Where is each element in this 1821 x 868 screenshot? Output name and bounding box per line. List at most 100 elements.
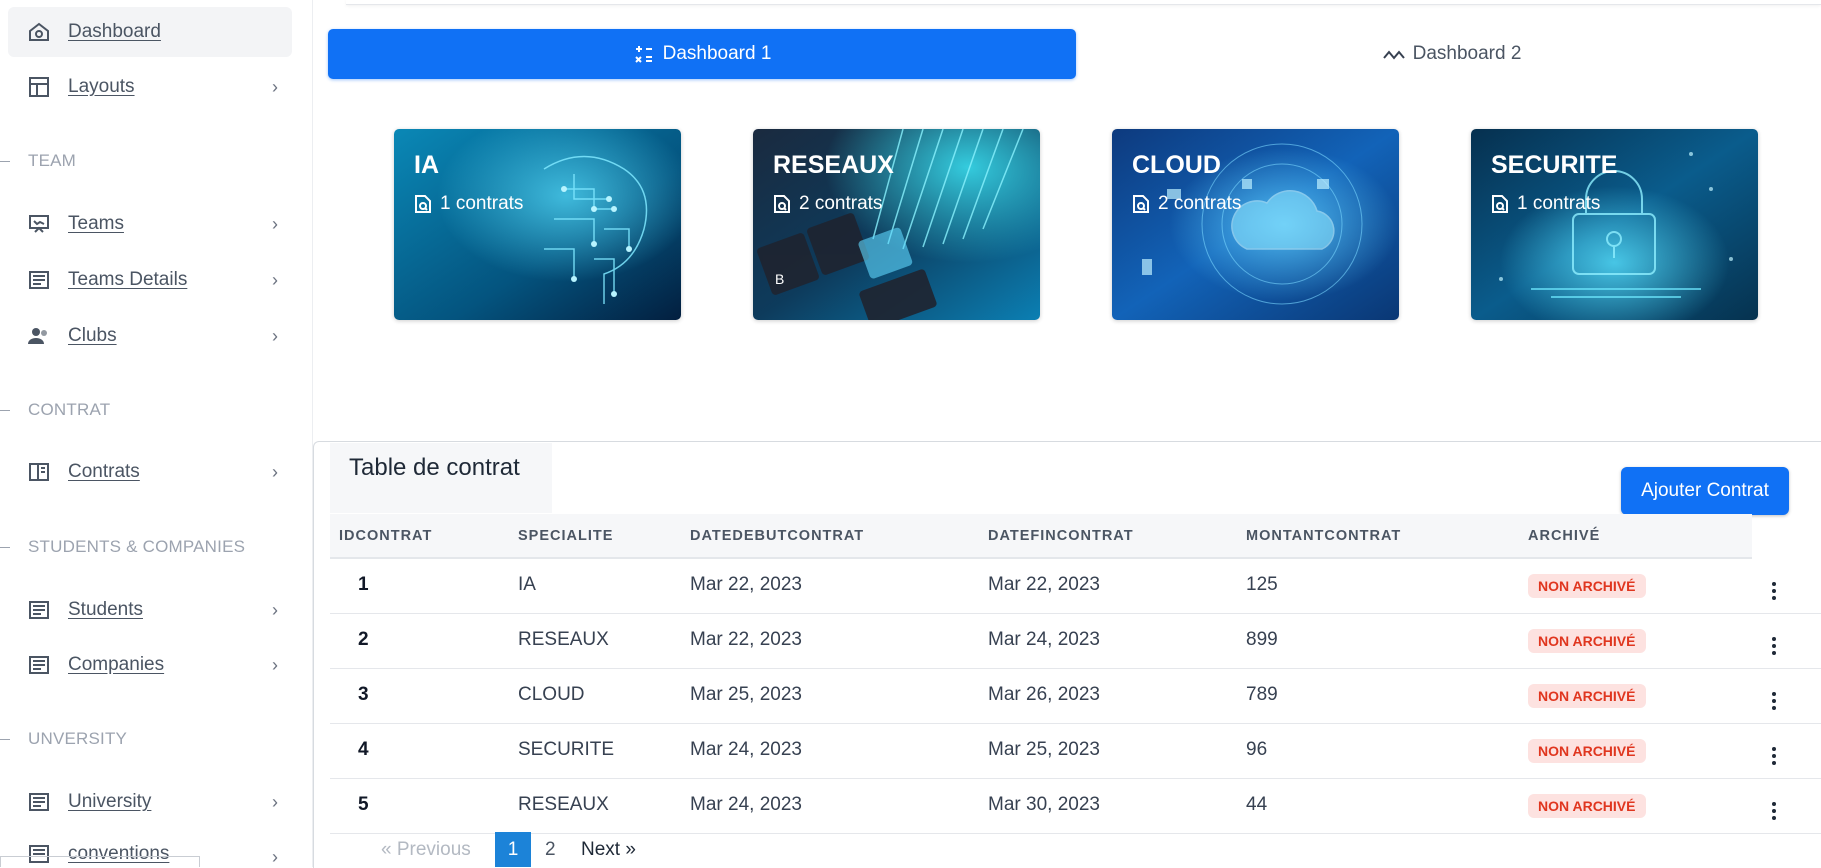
users-icon bbox=[26, 323, 52, 349]
add-contract-button[interactable]: Ajouter Contrat bbox=[1621, 467, 1789, 515]
chevron-right-icon: › bbox=[272, 270, 278, 290]
home-icon bbox=[26, 19, 52, 45]
book-icon bbox=[26, 459, 52, 485]
pagination-previous[interactable]: « Previous bbox=[381, 833, 471, 867]
section-heading-contrat: CONTRAT bbox=[0, 400, 110, 420]
status-badge: NON ARCHIVÉ bbox=[1528, 794, 1646, 818]
cell-specialite: CLOUD bbox=[518, 684, 585, 705]
sidebar-item-companies[interactable]: Companies › bbox=[8, 640, 292, 690]
sidebar-footer-box bbox=[0, 856, 200, 867]
sidebar-item-label: Contrats bbox=[68, 461, 140, 482]
more-options-icon[interactable] bbox=[1772, 747, 1778, 768]
cell-montant: 44 bbox=[1246, 794, 1268, 815]
layout-icon bbox=[26, 74, 52, 100]
chevron-right-icon: › bbox=[272, 462, 278, 482]
category-card-cloud[interactable]: CLOUD 2 contrats bbox=[1112, 129, 1399, 320]
document-icon bbox=[26, 597, 52, 623]
cell-idcontrat: 2 bbox=[358, 629, 369, 650]
category-card-ia[interactable]: IA 1 contrats bbox=[394, 129, 681, 320]
card-title: IA bbox=[414, 151, 439, 179]
chevron-right-icon: › bbox=[272, 655, 278, 675]
file-search-icon bbox=[1492, 195, 1508, 213]
sidebar-item-label: Companies bbox=[68, 654, 165, 675]
more-options-icon[interactable] bbox=[1772, 637, 1778, 658]
chevron-right-icon: › bbox=[272, 792, 278, 812]
category-card-reseaux[interactable]: B RESEAUX 2 contrats bbox=[753, 129, 1040, 320]
sidebar-item-layouts[interactable]: Layouts › bbox=[8, 62, 292, 112]
pagination-page-2[interactable]: 2 bbox=[545, 833, 556, 867]
document-icon bbox=[26, 267, 52, 293]
card-subtitle: 2 contrats bbox=[773, 193, 882, 215]
sidebar-item-university[interactable]: University › bbox=[8, 777, 292, 827]
sidebar-item-clubs[interactable]: Clubs › bbox=[8, 311, 292, 361]
cell-montant: 96 bbox=[1246, 739, 1268, 760]
tab-label: Dashboard 1 bbox=[662, 43, 772, 64]
svg-text:B: B bbox=[775, 271, 784, 287]
section-heading-university: UNVERSITY bbox=[0, 729, 127, 749]
pagination-next[interactable]: Next » bbox=[581, 833, 636, 867]
more-options-icon[interactable] bbox=[1772, 692, 1778, 713]
chevron-right-icon: › bbox=[272, 77, 278, 97]
sidebar-item-label: Students bbox=[68, 599, 143, 620]
cell-date-fin: Mar 30, 2023 bbox=[988, 794, 1100, 815]
section-heading-students-companies: STUDENTS & COMPANIES bbox=[0, 537, 245, 557]
more-options-icon[interactable] bbox=[1772, 582, 1778, 603]
section-heading-team: TEAM bbox=[0, 151, 76, 171]
table-title: Table de contrat bbox=[349, 454, 520, 481]
sidebar-item-dashboard[interactable]: Dashboard bbox=[8, 7, 292, 57]
sidebar-item-label: University bbox=[68, 791, 152, 812]
sidebar-item-teams-details[interactable]: Teams Details › bbox=[8, 255, 292, 305]
chevron-right-icon: › bbox=[272, 600, 278, 620]
sidebar-item-label: Clubs bbox=[68, 325, 117, 346]
tab-dashboard-1[interactable]: Dashboard 1 bbox=[328, 29, 1076, 79]
cell-date-fin: Mar 24, 2023 bbox=[988, 629, 1100, 650]
card-subtitle: 2 contrats bbox=[1132, 193, 1241, 215]
sidebar-item-students[interactable]: Students › bbox=[8, 585, 292, 635]
sidebar-item-label: Dashboard bbox=[68, 21, 161, 42]
cell-date-fin: Mar 26, 2023 bbox=[988, 684, 1100, 705]
tab-label: Dashboard 2 bbox=[1412, 43, 1522, 64]
cell-montant: 899 bbox=[1246, 629, 1278, 650]
cell-date-debut: Mar 22, 2023 bbox=[690, 629, 802, 650]
activity-icon bbox=[1382, 47, 1405, 61]
cell-specialite: SECURITE bbox=[518, 739, 615, 760]
cell-idcontrat: 3 bbox=[358, 684, 369, 705]
tab-dashboard-2[interactable]: Dashboard 2 bbox=[1086, 29, 1818, 79]
column-header-idcontrat[interactable]: IDCONTRAT bbox=[339, 528, 432, 544]
column-header-montant[interactable]: MONTANTCONTRAT bbox=[1246, 528, 1401, 544]
status-badge: NON ARCHIVÉ bbox=[1528, 684, 1646, 708]
cell-specialite: IA bbox=[518, 574, 536, 595]
cell-date-debut: Mar 24, 2023 bbox=[690, 794, 802, 815]
status-badge: NON ARCHIVÉ bbox=[1528, 629, 1646, 653]
cell-specialite: RESEAUX bbox=[518, 794, 609, 815]
pagination-page-1[interactable]: 1 bbox=[495, 832, 531, 867]
column-header-datedebut[interactable]: DATEDEBUTCONTRAT bbox=[690, 528, 864, 544]
status-badge: NON ARCHIVÉ bbox=[1528, 739, 1646, 763]
document-icon bbox=[26, 789, 52, 815]
cell-date-debut: Mar 22, 2023 bbox=[690, 574, 802, 595]
top-bar bbox=[346, 0, 1821, 5]
category-card-securite[interactable]: SECURITE 1 contrats bbox=[1471, 129, 1758, 320]
sidebar-item-contrats[interactable]: Contrats › bbox=[8, 447, 292, 497]
card-title: SECURITE bbox=[1491, 151, 1618, 179]
column-header-specialite[interactable]: SPECIALITE bbox=[518, 528, 613, 544]
cell-date-fin: Mar 25, 2023 bbox=[988, 739, 1100, 760]
cell-idcontrat: 4 bbox=[358, 739, 369, 760]
cell-date-debut: Mar 25, 2023 bbox=[690, 684, 802, 705]
sidebar-item-label: Layouts bbox=[68, 76, 135, 97]
file-search-icon bbox=[1133, 195, 1149, 213]
more-options-icon[interactable] bbox=[1772, 802, 1778, 823]
file-search-icon bbox=[774, 195, 790, 213]
card-title: CLOUD bbox=[1132, 151, 1221, 179]
sidebar-item-teams[interactable]: Teams › bbox=[8, 199, 292, 249]
cell-date-fin: Mar 22, 2023 bbox=[988, 574, 1100, 595]
chevron-right-icon: › bbox=[272, 847, 278, 867]
calculator-icon bbox=[633, 43, 655, 65]
cell-specialite: RESEAUX bbox=[518, 629, 609, 650]
file-search-icon bbox=[415, 195, 431, 213]
column-header-archive[interactable]: ARCHIVÉ bbox=[1528, 528, 1600, 544]
card-subtitle: 1 contrats bbox=[1491, 193, 1600, 215]
cell-montant: 789 bbox=[1246, 684, 1278, 705]
status-badge: NON ARCHIVÉ bbox=[1528, 574, 1646, 598]
column-header-datefin[interactable]: DATEFINCONTRAT bbox=[988, 528, 1134, 544]
